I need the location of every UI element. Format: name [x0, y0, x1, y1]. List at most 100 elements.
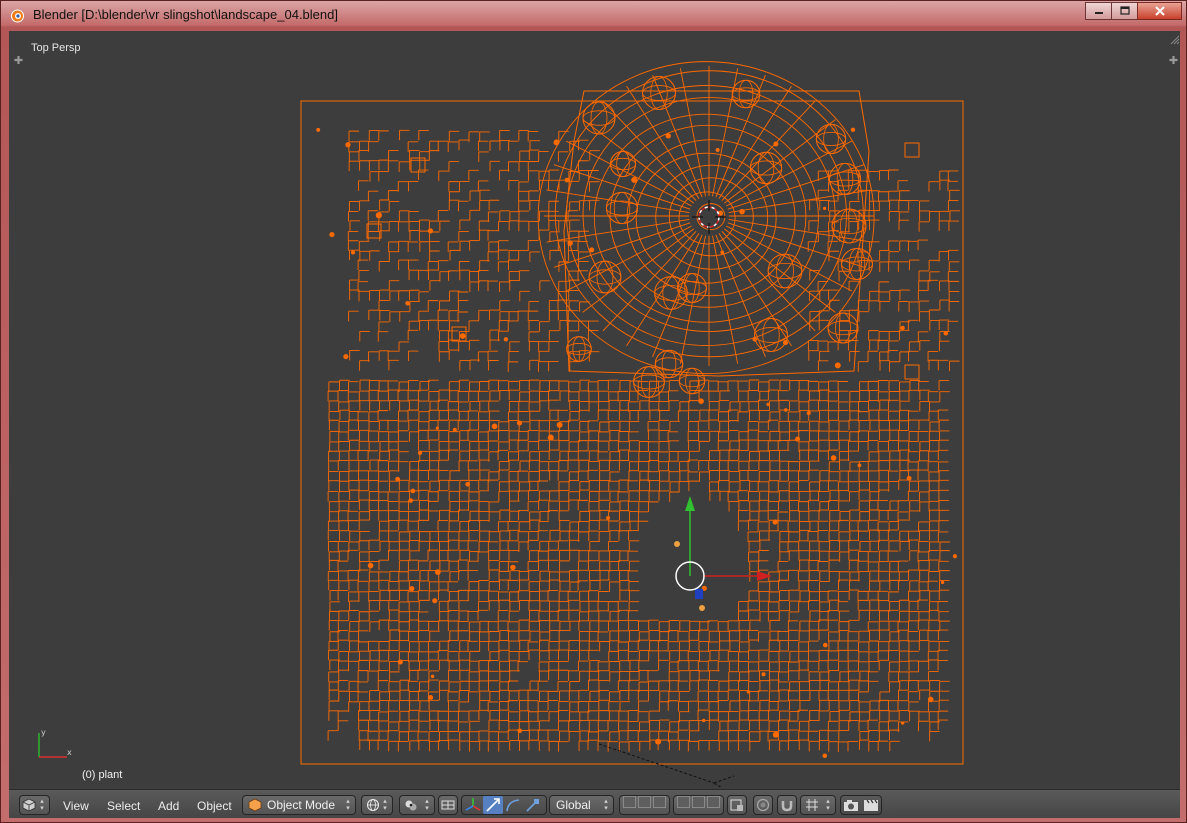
scatter-object [408, 498, 414, 503]
scatter-object [830, 455, 837, 461]
transform-orientation-selector[interactable]: Global ▴ ▾ [549, 795, 614, 815]
minimize-icon [1094, 12, 1103, 14]
pivot-point-button[interactable]: ▴ ▾ [399, 795, 435, 815]
magnet-icon [781, 801, 793, 812]
scatter-object [556, 421, 563, 428]
layer-icon-button[interactable] [438, 795, 458, 815]
mode-label: Object Mode [267, 798, 336, 812]
axis-indicator: y x [38, 728, 72, 758]
layers-block-1[interactable] [619, 795, 670, 815]
close-icon [1154, 6, 1165, 16]
dropdown-arrows-icon: ▴ ▾ [40, 798, 44, 812]
rotate-icon[interactable] [503, 796, 523, 814]
rock-mesh [767, 253, 803, 289]
scatter-object [772, 731, 779, 738]
maximize-button[interactable] [1111, 2, 1138, 20]
dropdown-arrows-icon: ▴ ▾ [346, 798, 350, 812]
scatter-object [784, 408, 788, 412]
scatter-object [343, 353, 349, 360]
active-object-label: (0) plant [82, 769, 123, 781]
snap-element-selector[interactable]: ▴ ▾ [800, 795, 836, 815]
scatter-object [834, 362, 841, 369]
rock-mesh [677, 273, 707, 303]
rock-mesh [605, 191, 639, 225]
scatter-object [553, 139, 560, 146]
scatter-object [329, 232, 335, 238]
snap-increment-icon [806, 799, 818, 811]
scatter-object [940, 580, 945, 585]
scatter-object [715, 147, 720, 153]
scatter-object [822, 642, 828, 648]
scatter-object [395, 476, 401, 482]
camera-icon[interactable] [841, 797, 861, 813]
scatter-object [517, 728, 523, 734]
object-origin [674, 541, 680, 547]
menu-add[interactable]: Add [158, 799, 179, 813]
small-mesh [904, 364, 920, 380]
3d-viewport[interactable]: Top Persp ✚ ✚ y x (0) plant [9, 31, 1180, 787]
overlay-icon [441, 800, 455, 810]
menu-object[interactable]: Object [197, 799, 232, 813]
minimize-button[interactable] [1085, 2, 1112, 20]
viewport-shading-button[interactable]: ▴ ▾ [361, 795, 393, 815]
layer-lock-icon [730, 799, 743, 811]
scatter-object [943, 330, 949, 336]
scatter-object [503, 337, 509, 342]
proportional-edit-button[interactable] [753, 795, 773, 815]
close-button[interactable] [1137, 2, 1182, 20]
maximize-icon [1119, 6, 1130, 15]
manipulator-y-arrowhead [685, 496, 695, 511]
svg-text:x: x [67, 748, 72, 757]
manipulator-z-axis [695, 589, 703, 599]
scale-icon[interactable] [523, 796, 543, 814]
scatter-object [782, 340, 789, 346]
scatter-object [345, 142, 351, 148]
scatter-object [567, 240, 573, 246]
menu-select[interactable]: Select [107, 799, 140, 813]
scatter-object [459, 333, 466, 339]
layers-block-2[interactable] [673, 795, 724, 815]
scatter-object [516, 420, 523, 426]
editor-type-button[interactable]: ▴ ▾ [19, 795, 50, 815]
scatter-object [655, 738, 662, 745]
mode-selector[interactable]: Object Mode ▴ ▾ [242, 795, 356, 815]
scatter-object [761, 672, 766, 677]
scatter-object [739, 208, 745, 215]
scatter-object [606, 516, 611, 520]
title-bar[interactable]: Blender [D:\blender\vr slingshot\landsca… [1, 1, 1187, 29]
scatter-object [927, 696, 934, 703]
properties-panel-toggle-icon[interactable]: ✚ [1168, 56, 1179, 67]
scatter-object [435, 426, 440, 430]
scatter-object [547, 434, 554, 441]
area-split-corner-icon[interactable] [1168, 33, 1180, 45]
pivot-icon [405, 800, 417, 811]
svg-text:y: y [41, 728, 46, 737]
scatter-object [430, 674, 435, 679]
small-mesh [366, 223, 382, 239]
orientation-label: Global [556, 798, 591, 812]
manipulator-toggle-icon[interactable] [463, 796, 483, 814]
scatter-object [397, 659, 403, 665]
ground-plane-outline [300, 100, 964, 765]
translate-icon[interactable] [483, 796, 503, 814]
scatter-object [427, 228, 434, 234]
sphere-icon [367, 799, 379, 811]
snap-toggle-button[interactable] [777, 795, 797, 815]
scatter-object [772, 519, 778, 525]
scatter-object [589, 247, 595, 253]
dropdown-arrows-icon: ▴ ▾ [425, 798, 429, 812]
dropdown-arrows-icon: ▴ ▾ [826, 798, 830, 812]
3d-cursor-crosshair [692, 200, 726, 234]
scatter-object [405, 301, 410, 306]
blender-logo-icon [11, 9, 24, 23]
clapperboard-icon[interactable] [861, 797, 881, 813]
lock-layers-button[interactable] [727, 795, 747, 815]
wireframe-scene[interactable] [9, 31, 1180, 787]
tools-panel-toggle-icon[interactable]: ✚ [13, 56, 24, 67]
rock-mesh [827, 312, 859, 344]
scatter-object [375, 212, 382, 219]
scatter-object [410, 488, 416, 494]
menu-view[interactable]: View [63, 799, 89, 813]
manipulator-x-arrowhead [757, 571, 772, 581]
scatter-object [952, 554, 957, 559]
